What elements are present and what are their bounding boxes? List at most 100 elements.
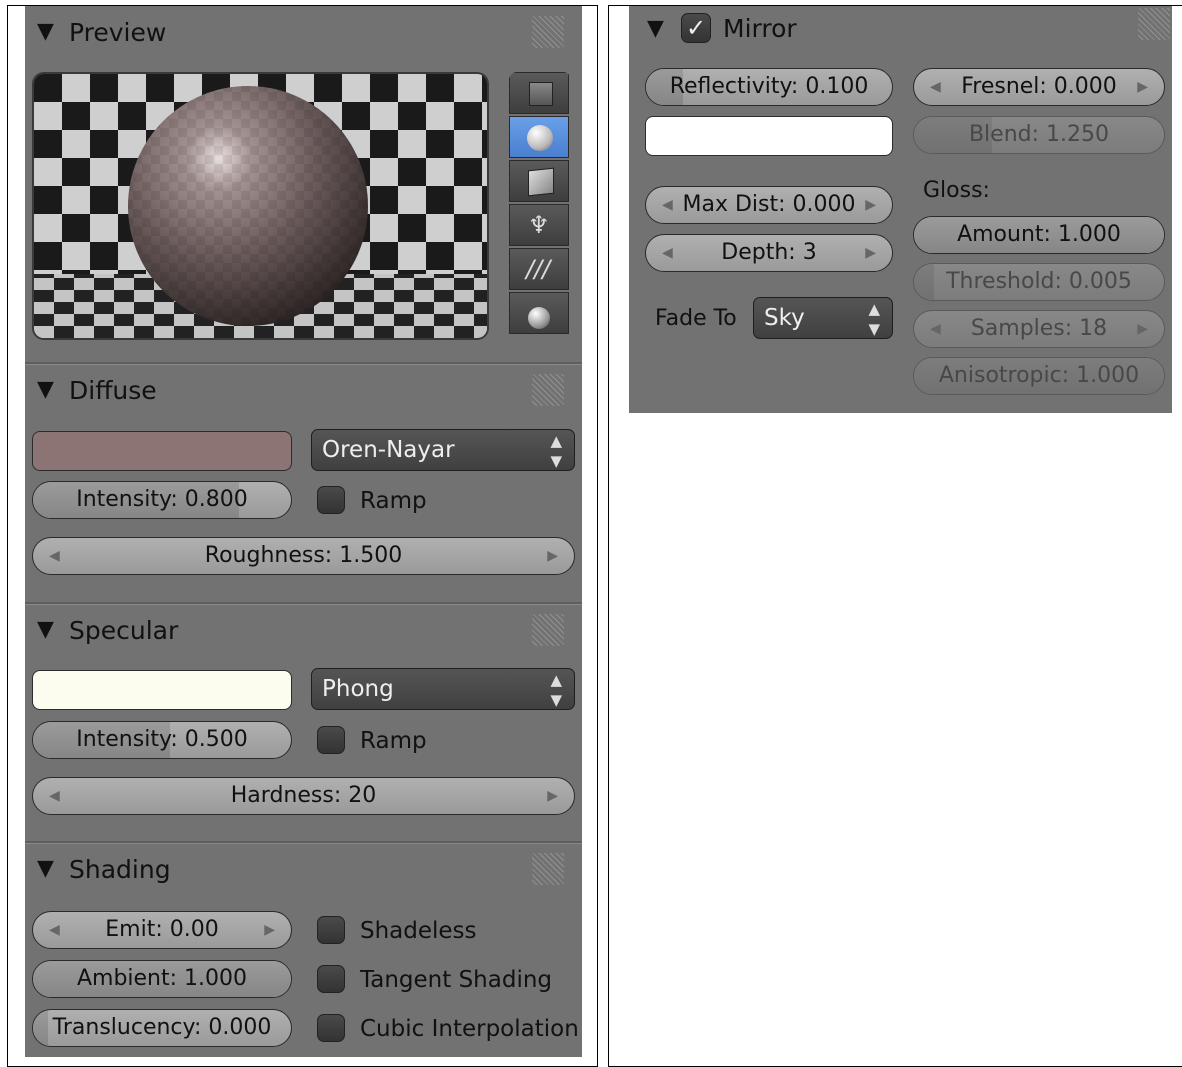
drag-grip-icon[interactable] [1138,8,1170,40]
diffuse-title: Diffuse [69,376,157,405]
diffuse-ramp-label: Ramp [360,488,427,514]
preview-sphere-plane-button[interactable] [509,292,569,334]
slider-fill [914,264,934,300]
gloss-threshold-label: Threshold: 0.005 [946,269,1132,294]
preview-cube-button[interactable] [509,160,569,202]
up-down-arrows-icon: ▲ ▼ [550,432,562,470]
gloss-amount-label: Amount: 1.000 [957,222,1121,247]
specular-shader-dropdown[interactable]: Phong ▲ ▼ [311,668,575,710]
hardness-slider[interactable]: ◀ Hardness: 20 ▶ [32,777,575,815]
up-down-arrows-icon: ▲ ▼ [550,671,562,709]
tangent-shading-checkbox[interactable] [317,965,345,993]
decrement-arrow-icon[interactable]: ◀ [930,311,941,347]
mirror-color-swatch[interactable] [645,116,893,156]
drag-grip-icon[interactable] [532,614,564,646]
emit-slider[interactable]: ◀ Emit: 0.00 ▶ [32,911,292,949]
decrement-arrow-icon[interactable]: ◀ [49,912,60,948]
material-panel-left: ▼ Preview ♆ /// ▼ Diffuse Oren-Nayar ▲ ▼… [25,6,582,1057]
decrement-arrow-icon[interactable]: ◀ [49,538,60,574]
diffuse-intensity-label: Intensity: 0.800 [76,487,248,512]
sphere-icon [527,125,553,151]
specular-ramp-label: Ramp [360,728,427,754]
preview-sphere-image [34,74,487,338]
fade-to-value: Sky [764,305,805,331]
preview-title: Preview [69,18,167,47]
increment-arrow-icon[interactable]: ▶ [865,187,876,223]
gloss-threshold-slider[interactable]: Threshold: 0.005 [913,263,1165,301]
decrement-arrow-icon[interactable]: ◀ [930,69,941,105]
mirror-enable-checkbox[interactable]: ✓ [681,13,711,43]
specular-color-swatch[interactable] [32,670,292,710]
mirror-header[interactable]: ▼ ✓ Mirror [629,6,1172,56]
fade-to-dropdown[interactable]: Sky ▲ ▼ [753,297,893,339]
specular-header[interactable]: ▼ Specular [25,604,582,654]
drag-grip-icon[interactable] [532,853,564,885]
preview-type-toolbar: ♆ /// [509,72,571,340]
max-dist-slider[interactable]: ◀ Max Dist: 0.000 ▶ [645,186,893,224]
fresnel-label: Fresnel: 0.000 [961,74,1117,99]
diffuse-intensity-slider[interactable]: Intensity: 0.800 [32,481,292,519]
preview-hair-button[interactable]: /// [509,248,569,290]
preview-monkey-button[interactable]: ♆ [509,204,569,246]
cube-icon [528,167,554,197]
diffuse-ramp-checkbox[interactable] [317,486,345,514]
specular-title: Specular [69,616,179,645]
flat-square-icon [529,82,553,106]
preview-sphere-button[interactable] [509,116,569,158]
translucency-slider[interactable]: Translucency: 0.000 [32,1009,292,1047]
preview-header[interactable]: ▼ Preview [25,6,582,56]
collapse-triangle-icon: ▼ [647,16,664,41]
mirror-title: Mirror [723,14,797,43]
shading-title: Shading [69,855,171,884]
shadeless-checkbox[interactable] [317,916,345,944]
ambient-label: Ambient: 1.000 [76,966,248,991]
drag-grip-icon[interactable] [532,16,564,48]
collapse-triangle-icon: ▼ [37,377,54,402]
diffuse-shader-dropdown[interactable]: Oren-Nayar ▲ ▼ [311,429,575,471]
depth-slider[interactable]: ◀ Depth: 3 ▶ [645,234,893,272]
roughness-slider[interactable]: ◀ Roughness: 1.500 ▶ [32,537,575,575]
gloss-samples-slider[interactable]: ◀ Samples: 18 ▶ [913,310,1165,348]
increment-arrow-icon[interactable]: ▶ [547,538,558,574]
specular-intensity-label: Intensity: 0.500 [76,727,248,752]
collapse-triangle-icon: ▼ [37,19,54,44]
fresnel-slider[interactable]: ◀ Fresnel: 0.000 ▶ [913,68,1165,106]
slider-fill [33,1010,49,1046]
ambient-slider[interactable]: Ambient: 1.000 [32,960,292,998]
blend-label: Blend: 1.250 [968,122,1110,147]
tangent-shading-label: Tangent Shading [360,967,553,993]
diffuse-shader-value: Oren-Nayar [322,437,455,463]
specular-ramp-checkbox[interactable] [317,726,345,754]
reflectivity-label: Reflectivity: 0.100 [669,74,869,99]
reflectivity-slider[interactable]: Reflectivity: 0.100 [645,68,893,106]
preview-flat-button[interactable] [509,72,569,114]
specular-intensity-slider[interactable]: Intensity: 0.500 [32,721,292,759]
decrement-arrow-icon[interactable]: ◀ [662,187,673,223]
shading-header[interactable]: ▼ Shading [25,843,582,893]
translucency-label: Translucency: 0.000 [52,1015,272,1040]
collapse-triangle-icon: ▼ [37,617,54,642]
specular-shader-value: Phong [322,676,394,702]
max-dist-label: Max Dist: 0.000 [682,192,856,217]
diffuse-header[interactable]: ▼ Diffuse [25,364,582,414]
cubic-interpolation-label: Cubic Interpolation [360,1016,579,1042]
gloss-anisotropic-slider[interactable]: Anisotropic: 1.000 [913,357,1165,395]
gloss-label: Gloss: [923,178,990,203]
drag-grip-icon[interactable] [532,374,564,406]
gloss-amount-slider[interactable]: Amount: 1.000 [913,216,1165,254]
cubic-interpolation-checkbox[interactable] [317,1014,345,1042]
increment-arrow-icon[interactable]: ▶ [865,235,876,271]
emit-label: Emit: 0.00 [105,917,219,942]
decrement-arrow-icon[interactable]: ◀ [49,778,60,814]
blend-slider[interactable]: Blend: 1.250 [913,116,1165,154]
diffuse-color-swatch[interactable] [32,431,292,471]
mirror-panel: ▼ ✓ Mirror Reflectivity: 0.100 ◀ Fresnel… [629,6,1172,413]
increment-arrow-icon[interactable]: ▶ [264,912,275,948]
increment-arrow-icon[interactable]: ▶ [1137,69,1148,105]
increment-arrow-icon[interactable]: ▶ [547,778,558,814]
sphere-plane-icon [528,307,550,329]
up-down-arrows-icon: ▲ ▼ [868,300,880,338]
increment-arrow-icon[interactable]: ▶ [1137,311,1148,347]
decrement-arrow-icon[interactable]: ◀ [662,235,673,271]
collapse-triangle-icon: ▼ [37,856,54,881]
